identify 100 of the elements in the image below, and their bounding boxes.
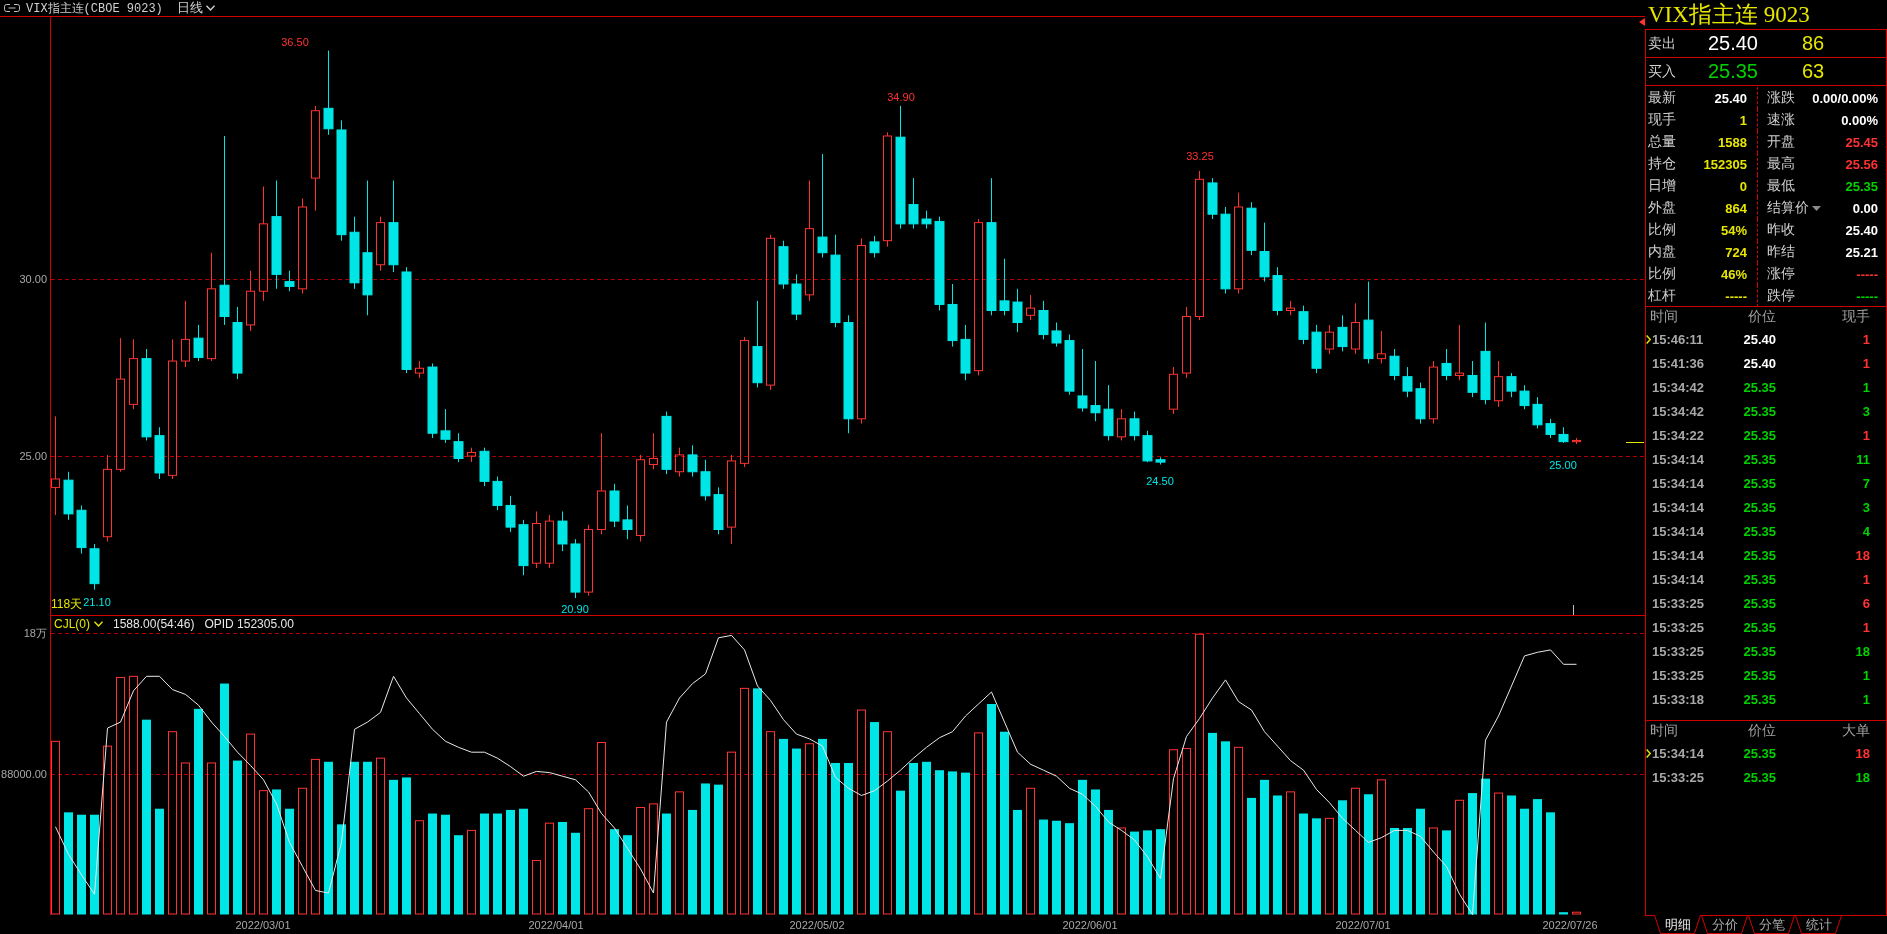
trade-volume: 1 (1861, 427, 1870, 443)
edge-marker-icon (1639, 18, 1645, 26)
quote-side-label: 买入 (1647, 62, 1677, 81)
trade-time: 15:33:25 (1652, 619, 1706, 635)
field-value: 0 (1739, 178, 1747, 194)
trade-volume: 1 (1861, 571, 1870, 587)
column-header: 大单 (1841, 722, 1870, 740)
indicator-dropdown[interactable]: CJL(0) (54, 616, 103, 631)
trade-time: 15:34:14 (1652, 571, 1706, 587)
trade-time: 15:34:14 (1652, 745, 1706, 761)
tab[interactable]: 分笔 (1748, 915, 1795, 934)
trade-volume: 1 (1861, 667, 1870, 683)
period-count-label: 118天 (51, 597, 83, 611)
quote-price: 25.35 (1706, 60, 1758, 83)
field-label: 开盘 (1767, 133, 1795, 151)
trade-volume: 3 (1861, 403, 1870, 419)
period-dropdown[interactable]: 日线 (176, 0, 215, 17)
field-value: 25.35 (1845, 178, 1878, 194)
date-label: 2022/06/01 (1062, 919, 1118, 931)
field-value: 54% (1720, 222, 1747, 238)
trade-price: 25.35 (1742, 403, 1776, 419)
date-label: 2022/07/26 (1542, 919, 1598, 931)
price-axis-label: 25.00 (19, 450, 47, 462)
trade-price: 25.35 (1742, 379, 1776, 395)
trade-time: 15:34:22 (1652, 427, 1706, 443)
trade-price: 25.35 (1742, 745, 1776, 761)
trade-volume: 1 (1861, 619, 1870, 635)
trade-volume: 6 (1861, 595, 1870, 611)
field-value: ----- (1856, 288, 1878, 304)
trade-price: 25.35 (1742, 691, 1776, 707)
field-label: 内盘 (1648, 243, 1676, 261)
volume-reading: 1588.00(54:46) (113, 616, 195, 631)
trade-volume: 18 (1854, 643, 1870, 659)
chevron-down-icon (94, 620, 103, 627)
trade-volume: 1 (1861, 331, 1870, 347)
trade-volume: 1 (1861, 691, 1870, 707)
trade-time: 15:33:25 (1652, 595, 1706, 611)
field-value: 1588 (1718, 134, 1747, 150)
trade-price: 25.40 (1742, 331, 1776, 347)
column-header: 时间 (1650, 722, 1679, 740)
field-value: 724 (1725, 244, 1747, 260)
column-header: 现手 (1841, 308, 1870, 326)
trade-time: 15:33:25 (1652, 769, 1706, 785)
field-value: 25.40 (1714, 90, 1747, 106)
trade-time: 15:34:14 (1652, 475, 1706, 491)
last-price-marker (1625, 442, 1645, 443)
tab[interactable]: 统计 (1795, 915, 1842, 934)
trade-volume: 7 (1861, 475, 1870, 491)
field-value: 0.00/0.00% (1812, 90, 1878, 106)
trade-price: 25.35 (1742, 619, 1776, 635)
trade-price: 25.40 (1742, 355, 1776, 371)
field-value: 152305 (1703, 156, 1747, 172)
tab[interactable]: 分价 (1701, 915, 1748, 934)
field-label: 昨收 (1767, 221, 1795, 239)
field-value: 0.00% (1841, 112, 1878, 128)
trade-time: 15:34:14 (1652, 547, 1706, 563)
caret-down-icon (1812, 205, 1821, 211)
trade-volume: 1 (1861, 355, 1870, 371)
quote-side-label: 卖出 (1647, 34, 1677, 53)
field-label: 最低 (1767, 177, 1795, 195)
column-header: 价位 (1747, 308, 1776, 326)
low-price-label: 24.50 (1146, 475, 1174, 487)
field-label: 比例 (1648, 265, 1676, 283)
column-header: 时间 (1650, 308, 1679, 326)
field-value: 1 (1739, 112, 1747, 128)
trade-price: 25.35 (1742, 427, 1776, 443)
trade-price: 25.35 (1742, 547, 1776, 563)
field-label: 比例 (1648, 221, 1676, 239)
trade-volume: 3 (1861, 499, 1870, 515)
tab[interactable]: 明细 (1654, 915, 1701, 934)
field-value: 46% (1720, 266, 1747, 282)
field-value: 25.56 (1845, 156, 1878, 172)
date-label: 2022/04/01 (528, 919, 584, 931)
quote-volume: 86 (1801, 32, 1826, 55)
field-label: 杠杆 (1648, 287, 1676, 305)
quote-volume: 63 (1801, 60, 1826, 83)
chevron-down-icon (205, 5, 215, 11)
trade-volume: 18 (1854, 769, 1870, 785)
field-value: ----- (1725, 288, 1747, 304)
field-label: 涨停 (1767, 265, 1795, 283)
low-price-label: 25.00 (1549, 459, 1577, 471)
trade-time: 15:34:42 (1652, 403, 1706, 419)
trade-price: 25.35 (1742, 643, 1776, 659)
trade-price: 25.35 (1742, 523, 1776, 539)
field-label: 涨跌 (1767, 89, 1795, 107)
trade-price: 25.35 (1742, 451, 1776, 467)
trade-price: 25.35 (1742, 571, 1776, 587)
date-label: 2022/05/02 (789, 919, 845, 931)
column-header: 价位 (1747, 722, 1776, 740)
field-label: 持仓 (1648, 155, 1676, 173)
trade-price: 25.35 (1742, 595, 1776, 611)
trade-volume: 1 (1861, 379, 1870, 395)
field-dropdown[interactable]: 结算价 (1767, 199, 1821, 217)
trade-time: 15:33:18 (1652, 691, 1706, 707)
chart-title: VIX指主连(CBOE 9023) (26, 0, 163, 17)
instrument-title: VIX指主连 9023 (1647, 1, 1811, 29)
trade-volume: 18 (1854, 547, 1870, 563)
quote-price: 25.40 (1706, 32, 1758, 55)
volume-axis-label: 88000.00 (1, 768, 47, 780)
low-price-label: 20.90 (561, 603, 589, 615)
